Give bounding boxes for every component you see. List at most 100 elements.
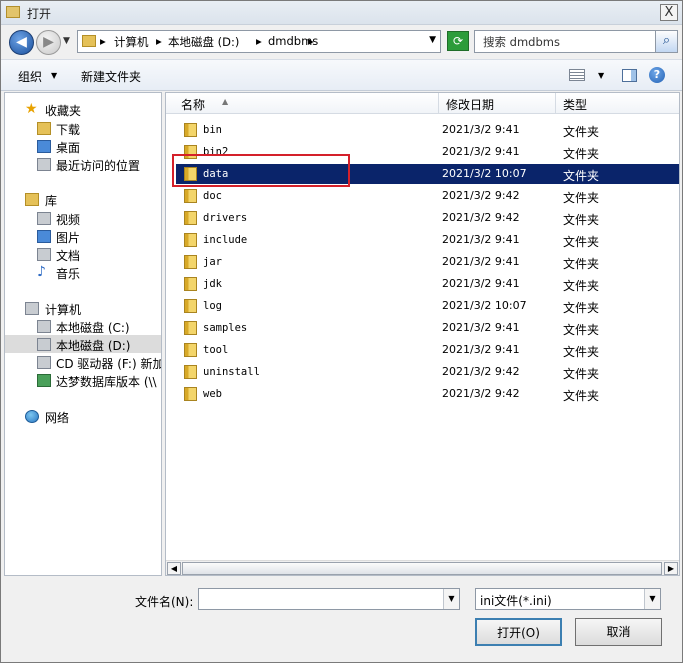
folder-icon — [184, 343, 197, 357]
file-type: 文件夹 — [563, 301, 600, 315]
file-name: web — [203, 388, 222, 400]
file-row[interactable]: include 2021/3/2 9:41 文件夹 — [176, 230, 679, 250]
file-date: 2021/3/2 9:41 — [442, 233, 520, 246]
address-dropdown[interactable]: ▼ — [429, 35, 436, 45]
folder-icon — [184, 365, 197, 379]
views-dropdown-icon[interactable]: ▼ — [598, 71, 604, 80]
nav-pictures[interactable]: 图片 — [5, 227, 161, 245]
file-name: doc — [203, 190, 222, 202]
filename-field[interactable]: ▼ — [198, 588, 460, 610]
new-folder-button[interactable]: 新建文件夹 — [81, 68, 141, 85]
video-icon — [37, 212, 51, 225]
recent-pages-dropdown[interactable]: ▼ — [63, 36, 70, 46]
file-date: 2021/3/2 9:42 — [442, 211, 520, 224]
file-list: 名称 ▲ 修改日期 类型 bin 2021/3/2 9:41 文件夹 bin2 2021… — [165, 92, 680, 576]
organize-dropdown-icon[interactable]: ▼ — [51, 71, 57, 80]
folder-icon — [184, 277, 197, 291]
column-name[interactable]: 名称 ▲ — [174, 93, 439, 114]
file-row[interactable]: tool 2021/3/2 9:41 文件夹 — [176, 340, 679, 360]
nav-drive-d[interactable]: 本地磁盘 (D:) — [5, 335, 161, 353]
nav-recent-places[interactable]: 最近访问的位置 — [5, 155, 161, 173]
forward-button[interactable]: ▶ — [36, 30, 61, 55]
file-row[interactable]: jdk 2021/3/2 9:41 文件夹 — [176, 274, 679, 294]
nav-drive-c[interactable]: 本地磁盘 (C:) — [5, 317, 161, 335]
file-row[interactable]: log 2021/3/2 10:07 文件夹 — [176, 296, 679, 316]
cancel-button[interactable]: 取消 — [575, 618, 662, 646]
folder-icon — [184, 145, 197, 159]
help-icon[interactable]: ? — [649, 67, 665, 83]
nav-label: 本地磁盘 (C:) — [56, 321, 130, 335]
filename-label: 文件名(N): — [135, 595, 194, 609]
search-icon[interactable]: ⌕ — [655, 31, 677, 52]
scroll-right-icon[interactable]: ▶ — [664, 562, 678, 575]
file-row[interactable]: drivers 2021/3/2 9:42 文件夹 — [176, 208, 679, 228]
breadcrumb-separator[interactable]: ▸ — [100, 34, 106, 48]
file-row[interactable]: bin2 2021/3/2 9:41 文件夹 — [176, 142, 679, 162]
folder-icon — [82, 35, 96, 47]
close-button[interactable]: X — [660, 4, 678, 21]
file-name: uninstall — [203, 366, 260, 378]
nav-network[interactable]: 网络 — [5, 407, 161, 425]
preview-pane-icon[interactable] — [622, 69, 637, 82]
folder-icon — [184, 189, 197, 203]
folder-icon — [6, 6, 20, 18]
views-icon[interactable] — [569, 69, 585, 81]
window-title: 打开 — [27, 7, 52, 21]
file-type: 文件夹 — [563, 191, 600, 205]
breadcrumb-separator[interactable]: ▸ — [256, 34, 262, 48]
scroll-thumb[interactable] — [182, 562, 662, 575]
file-row[interactable]: doc 2021/3/2 9:42 文件夹 — [176, 186, 679, 206]
column-date[interactable]: 修改日期 — [439, 93, 556, 114]
nav-favorites[interactable]: ★ 收藏夹 — [5, 100, 161, 118]
star-icon: ★ — [25, 101, 38, 117]
file-name: include — [203, 234, 248, 246]
nav-label: CD 驱动器 (F:) 新加 — [56, 357, 162, 371]
nav-documents[interactable]: 文档 — [5, 245, 161, 263]
network-icon — [25, 410, 39, 423]
nav-libraries[interactable]: 库 — [5, 190, 161, 208]
address-row: ◀ ▶ ▼ ▸ 计算机 ▸ 本地磁盘 (D:) ▸ dmdbms ▸ ▼ ⟳ 搜… — [1, 25, 682, 59]
file-type: 文件夹 — [563, 169, 600, 183]
file-name: tool — [203, 344, 229, 356]
column-label: 名称 — [181, 98, 206, 112]
file-row[interactable]: data 2021/3/2 10:07 文件夹 — [176, 164, 679, 184]
nav-videos[interactable]: 视频 — [5, 209, 161, 227]
breadcrumb-separator[interactable]: ▸ — [308, 34, 314, 48]
breadcrumb-computer[interactable]: 计算机 — [114, 34, 149, 50]
file-date: 2021/3/2 10:07 — [442, 167, 527, 180]
file-type: 文件夹 — [563, 345, 600, 359]
search-input[interactable]: 搜索 dmdbms ⌕ — [474, 30, 678, 53]
file-row[interactable]: web 2021/3/2 9:42 文件夹 — [176, 384, 679, 404]
back-button[interactable]: ◀ — [9, 30, 34, 55]
open-button[interactable]: 打开(O) — [475, 618, 562, 646]
address-bar[interactable]: ▸ 计算机 ▸ 本地磁盘 (D:) ▸ dmdbms ▸ ▼ — [77, 30, 441, 53]
organize-button[interactable]: 组织 — [18, 68, 42, 85]
column-label: 修改日期 — [446, 98, 495, 112]
downloads-icon — [37, 122, 51, 135]
file-type-dropdown-icon[interactable]: ▼ — [644, 589, 660, 609]
file-row[interactable]: jar 2021/3/2 9:41 文件夹 — [176, 252, 679, 272]
file-row[interactable]: bin 2021/3/2 9:41 文件夹 — [176, 120, 679, 140]
nav-drive-f[interactable]: CD 驱动器 (F:) 新加 — [5, 353, 161, 371]
nav-computer[interactable]: 计算机 — [5, 299, 161, 317]
horizontal-scrollbar[interactable]: ◀ ▶ — [166, 560, 679, 575]
refresh-button[interactable]: ⟳ — [447, 31, 469, 51]
nav-label: 计算机 — [45, 303, 82, 317]
nav-music[interactable]: ♪ 音乐 — [5, 263, 161, 281]
nav-desktop[interactable]: 桌面 — [5, 137, 161, 155]
navigation-pane: ★ 收藏夹 下载 桌面 最近访问的位置 库 视频 图片 文档 ♪ 音乐 计算机 … — [4, 92, 162, 576]
desktop-icon — [37, 140, 51, 153]
nav-network-drive[interactable]: 达梦数据库版本 (\\ — [5, 371, 161, 389]
nav-label: 达梦数据库版本 (\\ — [56, 375, 157, 389]
file-type-select[interactable]: ini文件(*.ini) ▼ — [475, 588, 661, 610]
file-type: 文件夹 — [563, 389, 600, 403]
filename-dropdown-icon[interactable]: ▼ — [443, 589, 459, 609]
scroll-left-icon[interactable]: ◀ — [167, 562, 181, 575]
nav-downloads[interactable]: 下载 — [5, 119, 161, 137]
breadcrumb-drive-d[interactable]: 本地磁盘 (D:) — [168, 34, 239, 50]
file-row[interactable]: uninstall 2021/3/2 9:42 文件夹 — [176, 362, 679, 382]
file-row[interactable]: samples 2021/3/2 9:41 文件夹 — [176, 318, 679, 338]
breadcrumb-separator[interactable]: ▸ — [156, 34, 162, 48]
column-type[interactable]: 类型 — [556, 93, 679, 114]
file-name: samples — [203, 322, 248, 334]
